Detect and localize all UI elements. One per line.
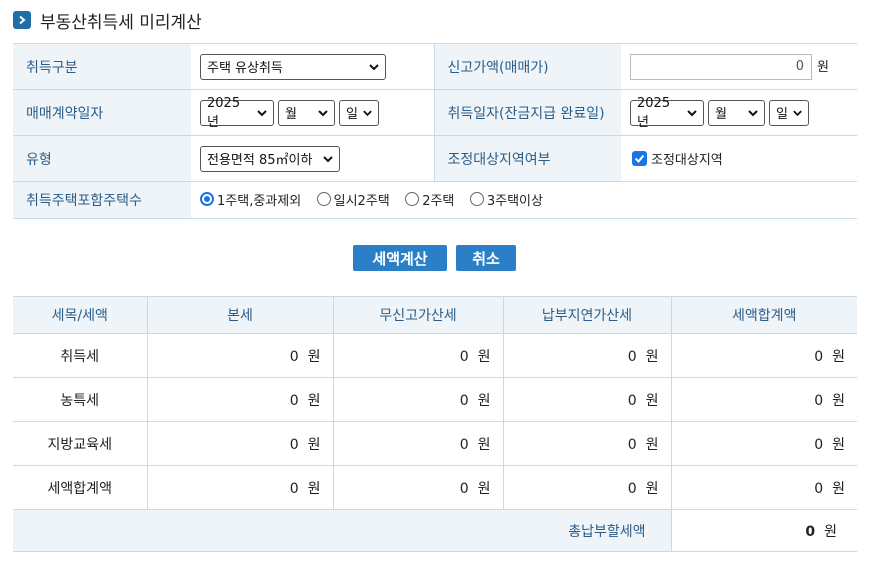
amount-cell: 0원 [332,465,503,510]
contract-month-select[interactable]: 월 [278,99,335,126]
amount-cell: 0원 [332,421,503,466]
row-label: 세액합계액 [13,465,147,510]
total-amount: 0원 [670,509,857,552]
regulated-area-label: 조정대상지역여부 [433,135,621,182]
amount-cell: 0원 [670,465,857,510]
chevron-right-icon [13,11,31,29]
amount-cell: 0원 [332,333,503,378]
cancel-button[interactable]: 취소 [456,245,516,271]
area-type-select[interactable]: 전용면적 85㎡이하 [200,145,340,172]
amount-cell: 0원 [670,333,857,378]
contract-day-select[interactable]: 일 [339,99,379,126]
radio-button[interactable] [405,192,420,207]
acq-day-select[interactable]: 일 [769,99,809,126]
amount-cell: 0원 [502,333,671,378]
acq-type-label: 취득구분 [13,43,191,90]
calculate-button[interactable]: 세액계산 [353,245,447,271]
table-row: 세액합계액 0원 0원 0원 0원 [13,465,857,510]
chevron-down-icon [793,110,802,116]
acq-date-label: 취득일자(잔금지급 완료일) [433,89,621,136]
chevron-down-icon [318,109,328,116]
reported-price-input[interactable]: 0 [630,53,812,80]
amount-cell: 0원 [670,377,857,422]
contract-date-label: 매매계약일자 [13,89,191,136]
table-row: 취득세 0원 0원 0원 0원 [13,333,857,378]
action-buttons: 세액계산 취소 [0,245,869,271]
price-unit: 원 [817,59,829,75]
total-label: 총납부할세액 [13,509,671,552]
input-form: 취득구분 주택 유상취득 신고가액(매매가) 0원 매매계약일자 2025년 월… [13,43,857,219]
amount-cell: 0원 [502,465,671,510]
amount-cell: 0원 [670,421,857,466]
amount-cell: 0원 [146,377,333,422]
row-label: 취득세 [13,333,147,378]
page-title: 부동산취득세 미리계산 [40,12,202,33]
house-count-option-3[interactable]: 2주택 [405,190,454,209]
radio-button[interactable] [469,192,484,207]
acq-month-select[interactable]: 월 [708,99,765,126]
radio-button[interactable] [316,192,331,207]
page-header: 부동산취득세 미리계산 [13,6,202,34]
header-tax-total: 세액합계액 [670,296,857,334]
radio-button[interactable] [200,192,214,207]
chevron-down-icon [687,109,697,116]
table-row: 지방교육세 0원 0원 0원 0원 [13,421,857,466]
chevron-down-icon [257,109,267,116]
check-icon [634,154,645,163]
chevron-down-icon [323,155,333,162]
chevron-down-icon [369,63,379,70]
row-label: 지방교육세 [13,421,147,466]
header-base-tax: 본세 [146,296,333,334]
amount-cell: 0원 [332,377,503,422]
acq-type-select[interactable]: 주택 유상취득 [200,53,386,80]
house-count-option-2[interactable]: 일시2주택 [316,190,390,209]
amount-cell: 0원 [502,377,671,422]
amount-cell: 0원 [502,421,671,466]
result-table: 세목/세액 본세 무신고가산세 납부지연가산세 세액합계액 취득세 0원 0원 … [13,296,857,552]
chevron-down-icon [363,110,372,116]
amount-cell: 0원 [146,421,333,466]
reported-price-label: 신고가액(매매가) [433,43,621,90]
house-count-label: 취득주택포함주택수 [13,181,191,219]
regulated-area-checkbox-label[interactable]: 조정대상지역 [651,153,723,168]
amount-cell: 0원 [146,465,333,510]
type-label: 유형 [13,135,191,182]
amount-cell: 0원 [146,333,333,378]
house-count-option-1[interactable]: 1주택,중과제외 [200,190,301,209]
row-label: 농특세 [13,377,147,422]
contract-year-select[interactable]: 2025년 [200,96,274,130]
table-row: 농특세 0원 0원 0원 0원 [13,377,857,422]
header-tax-item: 세목/세액 [13,296,147,334]
header-late-payment-penalty: 납부지연가산세 [502,296,671,334]
total-row: 총납부할세액 0원 [13,509,857,552]
regulated-area-checkbox[interactable] [632,151,647,166]
acq-year-select[interactable]: 2025년 [630,96,704,130]
chevron-down-icon [748,109,758,116]
header-no-report-penalty: 무신고가산세 [332,296,503,334]
house-count-option-4[interactable]: 3주택이상 [469,190,543,209]
